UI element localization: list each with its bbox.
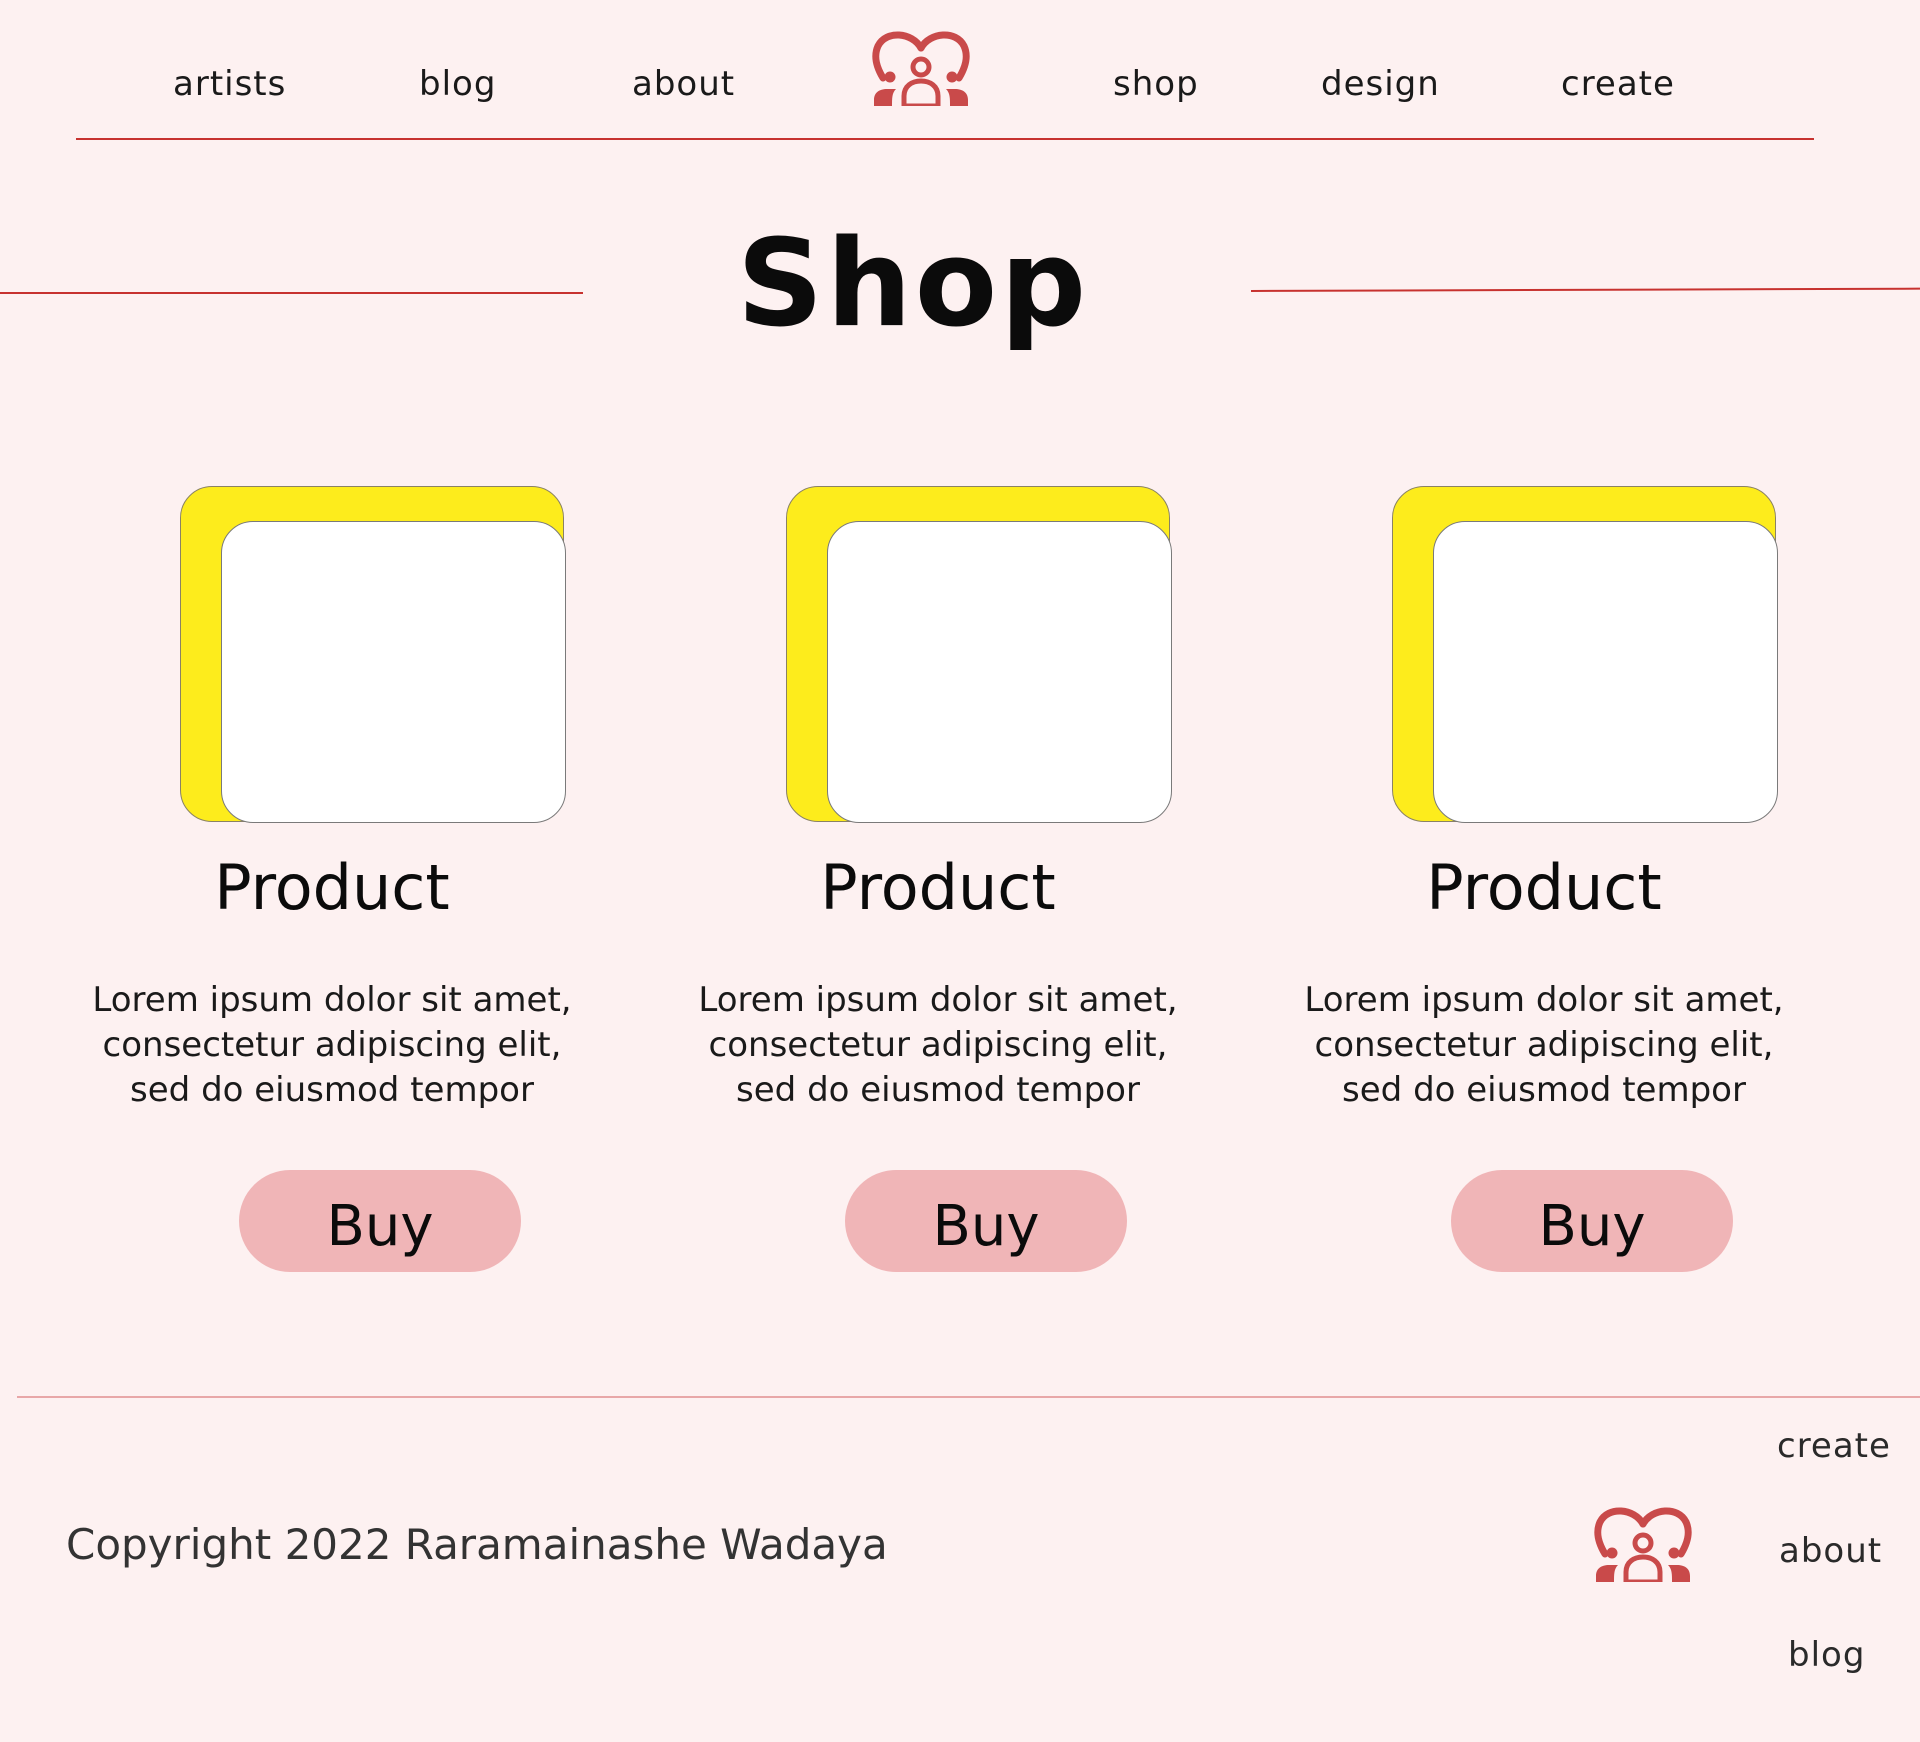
product-card: Product Lorem ipsum dolor sit amet, cons… [1241, 486, 1847, 1286]
product-card: Product Lorem ipsum dolor sit amet, cons… [635, 486, 1241, 1286]
copyright-text: Copyright 2022 Raramainashe Wadaya [66, 1520, 888, 1569]
buy-button[interactable]: Buy [845, 1170, 1127, 1272]
product-name: Product [1426, 851, 1662, 924]
product-image[interactable] [180, 486, 566, 823]
heart-people-icon[interactable] [872, 28, 970, 106]
product-description-line: consectetur adipiscing elit, [102, 1025, 562, 1065]
footer-link-about[interactable]: about [1779, 1531, 1882, 1571]
nav-link-about[interactable]: about [632, 64, 735, 104]
product-description-line: consectetur adipiscing elit, [708, 1025, 1168, 1065]
product-description-line: Lorem ipsum dolor sit amet, [1304, 980, 1784, 1020]
nav-link-create[interactable]: create [1561, 64, 1675, 104]
product-description: Lorem ipsum dolor sit amet, consectetur … [1241, 978, 1847, 1113]
product-image[interactable] [786, 486, 1172, 823]
product-card: Product Lorem ipsum dolor sit amet, cons… [29, 486, 635, 1286]
product-name: Product [214, 851, 450, 924]
product-description-line: consectetur adipiscing elit, [1314, 1025, 1774, 1065]
header-divider [76, 138, 1814, 140]
product-description: Lorem ipsum dolor sit amet, consectetur … [635, 978, 1241, 1113]
nav-link-artists[interactable]: artists [173, 64, 286, 104]
product-image[interactable] [1392, 486, 1778, 823]
product-image-frame [827, 521, 1172, 823]
nav-link-blog[interactable]: blog [419, 64, 496, 104]
product-description-line: sed do eiusmod tempor [1342, 1070, 1746, 1110]
footer-divider [17, 1396, 1920, 1398]
buy-button[interactable]: Buy [239, 1170, 521, 1272]
product-description-line: sed do eiusmod tempor [130, 1070, 534, 1110]
buy-button[interactable]: Buy [1451, 1170, 1733, 1272]
footer-link-blog[interactable]: blog [1788, 1635, 1865, 1675]
heart-people-icon[interactable] [1594, 1504, 1692, 1582]
footer-link-create[interactable]: create [1777, 1426, 1891, 1466]
product-description-line: sed do eiusmod tempor [736, 1070, 1140, 1110]
nav-link-shop[interactable]: shop [1113, 64, 1199, 104]
product-description: Lorem ipsum dolor sit amet, consectetur … [29, 978, 635, 1113]
product-image-frame [221, 521, 566, 823]
page-title: Shop [736, 215, 1090, 354]
nav-link-design[interactable]: design [1321, 64, 1440, 104]
product-description-line: Lorem ipsum dolor sit amet, [92, 980, 572, 1020]
product-name: Product [820, 851, 1056, 924]
product-description-line: Lorem ipsum dolor sit amet, [698, 980, 1178, 1020]
product-image-frame [1433, 521, 1778, 823]
